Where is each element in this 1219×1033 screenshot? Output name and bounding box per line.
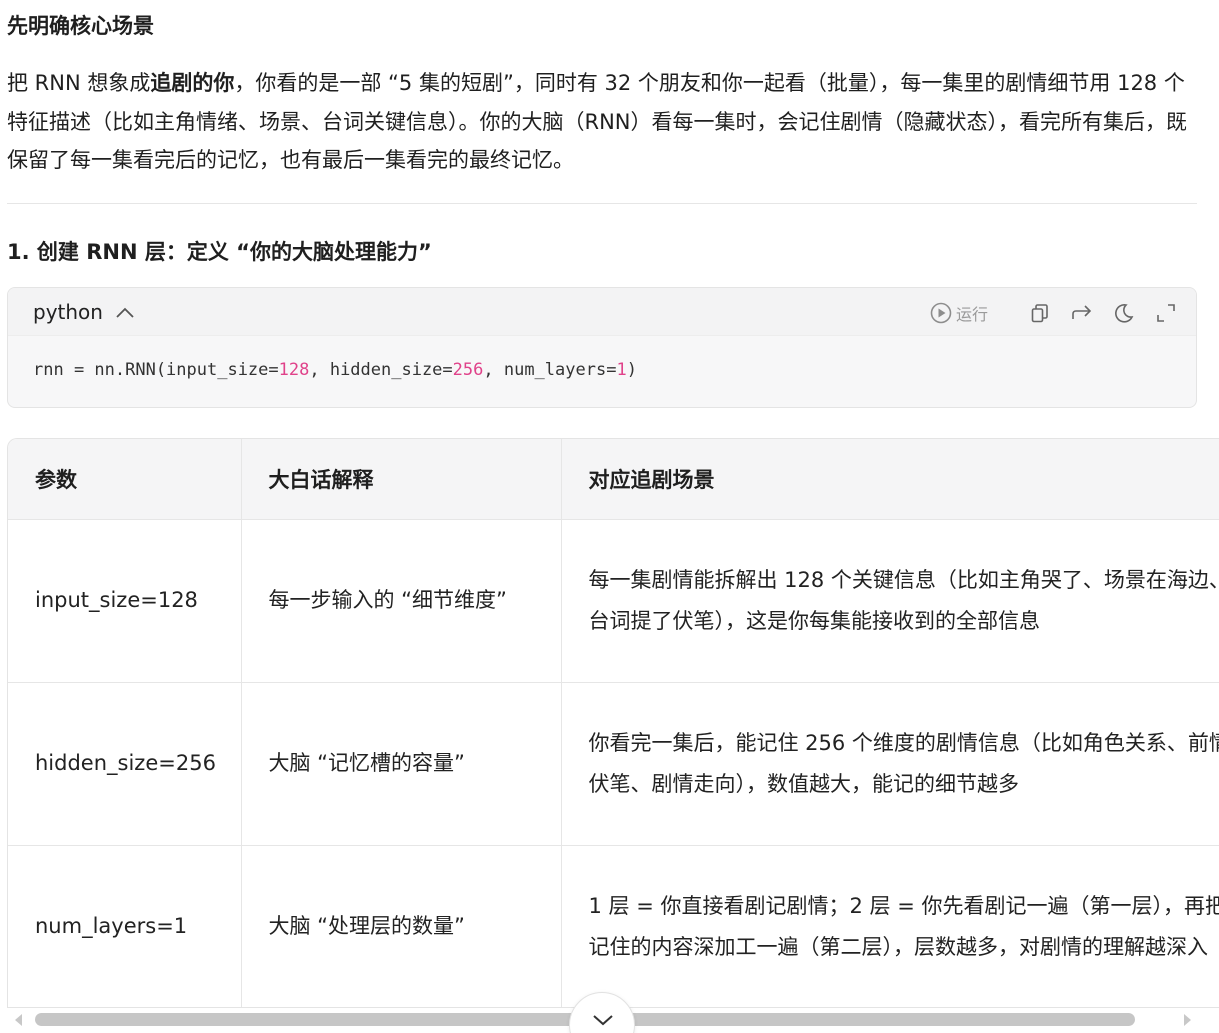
chat-answer-page: 先明确核心场景 把 RNN 想象成追剧的你，你看的是一部 “5 集的短剧”，同时… [0, 0, 1219, 1033]
cell-plain: 大脑 “处理层的数量” [241, 845, 562, 1007]
code-language-label: python [33, 300, 103, 324]
header-plain: 大白话解释 [241, 439, 562, 520]
code-block: python 运行 rnn = nn.RNN(input_size=128, h… [7, 287, 1197, 408]
code-line: rnn = nn.RNN(input_size=128, hidden_size… [33, 356, 637, 384]
params-table-container: 参数 大白话解释 对应追剧场景 input_size=128 每一步输入的 “细… [7, 438, 1219, 1008]
theme-icon[interactable] [1112, 301, 1136, 325]
intro-paragraph: 把 RNN 想象成追剧的你，你看的是一部 “5 集的短剧”，同时有 32 个朋友… [7, 64, 1202, 180]
copy-icon[interactable] [1028, 301, 1052, 325]
table-row: num_layers=1 大脑 “处理层的数量” 1 层 = 你直接看剧记剧情；… [8, 845, 1219, 1007]
code-token: , num_layers= [483, 360, 617, 380]
code-header: python 运行 [8, 288, 1196, 336]
header-scene: 对应追剧场景 [561, 439, 1219, 520]
cell-scene: 你看完一集后，能记住 256 个维度的剧情信息（比如角色关系、前情伏笔、剧情走向… [561, 682, 1219, 846]
scroll-right-arrow-icon[interactable] [1184, 1014, 1191, 1026]
code-toolbar: 运行 [930, 300, 1178, 326]
table-row: input_size=128 每一步输入的 “细节维度” 每一集剧情能拆解出 1… [8, 519, 1219, 683]
table-header-row: 参数 大白话解释 对应追剧场景 [8, 439, 1219, 520]
share-icon[interactable] [1070, 301, 1094, 325]
expand-icon[interactable] [1154, 301, 1178, 325]
cell-param: num_layers=1 [8, 845, 242, 1007]
code-number: 1 [616, 360, 627, 380]
chevron-up-icon[interactable] [115, 305, 135, 319]
divider [7, 203, 1197, 204]
code-token: , hidden_size= [309, 360, 453, 380]
header-param: 参数 [8, 439, 242, 520]
cell-scene: 1 层 = 你直接看剧记剧情；2 层 = 你先看剧记一遍（第一层），再把记住的内… [561, 845, 1219, 1007]
cell-plain: 大脑 “记忆槽的容量” [241, 682, 562, 846]
section-title: 先明确核心场景 [7, 14, 154, 38]
table-row: hidden_size=256 大脑 “记忆槽的容量” 你看完一集后，能记住 2… [8, 682, 1219, 846]
params-table: 参数 大白话解释 对应追剧场景 input_size=128 每一步输入的 “细… [8, 439, 1219, 1007]
intro-text-1: 把 RNN 想象成 [7, 71, 151, 95]
cell-plain: 每一步输入的 “细节维度” [241, 519, 562, 683]
cell-param: input_size=128 [8, 519, 242, 683]
chevron-down-icon [593, 1015, 613, 1026]
code-number: 256 [452, 360, 484, 380]
run-button[interactable]: 运行 [930, 301, 988, 325]
code-token: ) [626, 360, 637, 380]
code-token: rnn = nn.RNN(input_size= [33, 360, 279, 380]
step-heading: 1. 创建 RNN 层：定义 “你的大脑处理能力” [7, 240, 432, 264]
intro-bold: 追剧的你 [150, 71, 235, 95]
play-circle-icon [930, 302, 952, 324]
code-number: 128 [278, 360, 310, 380]
scroll-left-arrow-icon[interactable] [15, 1014, 22, 1026]
run-label: 运行 [955, 305, 988, 324]
cell-param: hidden_size=256 [8, 682, 242, 846]
cell-scene: 每一集剧情能拆解出 128 个关键信息（比如主角哭了、场景在海边、台词提了伏笔）… [561, 519, 1219, 683]
